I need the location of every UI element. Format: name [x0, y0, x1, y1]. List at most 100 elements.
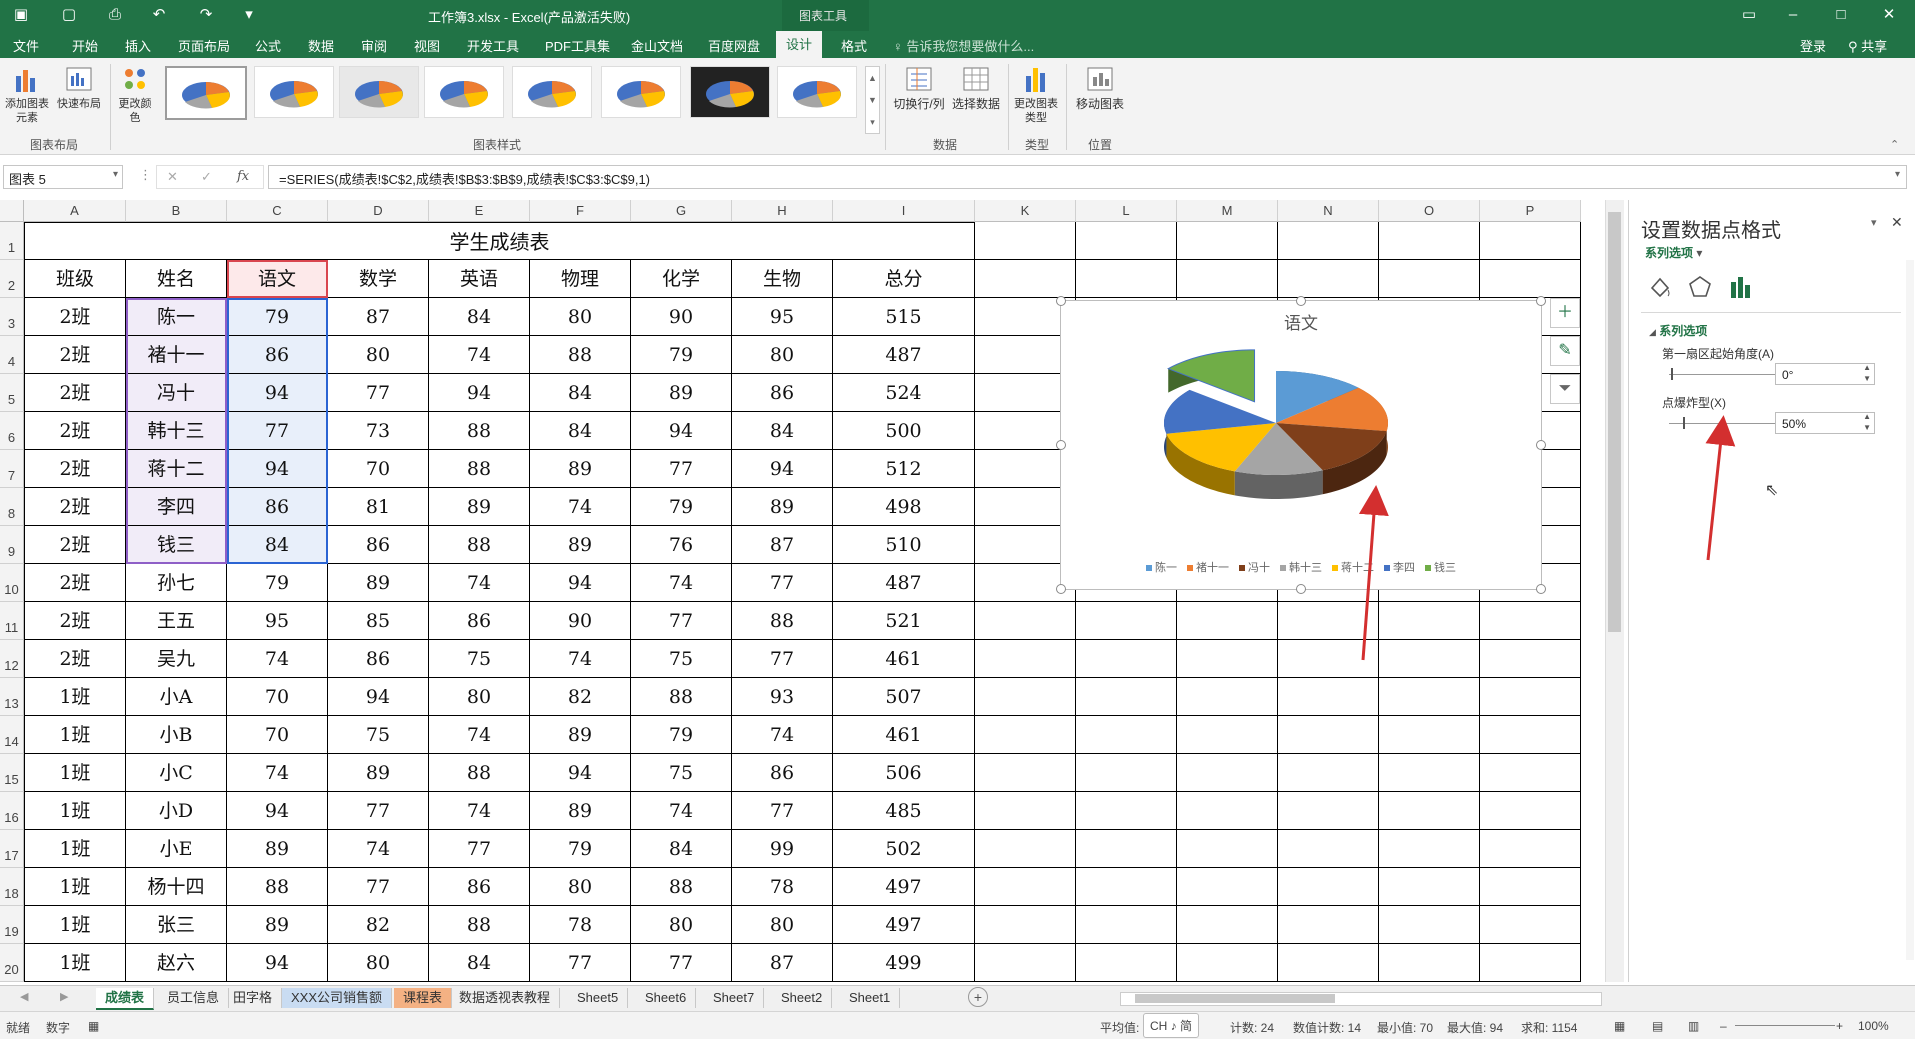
table-cell[interactable]: 80	[631, 906, 732, 944]
empty-cell[interactable]	[1480, 906, 1581, 944]
empty-cell[interactable]	[1480, 830, 1581, 868]
empty-cell[interactable]	[1480, 602, 1581, 640]
table-header-cell[interactable]: 数学	[328, 260, 429, 298]
pie-plot-area[interactable]	[1061, 301, 1541, 589]
table-cell[interactable]: 487	[833, 564, 975, 602]
table-cell[interactable]: 77	[631, 602, 732, 640]
empty-cell[interactable]	[1076, 830, 1177, 868]
row-header[interactable]: 6	[0, 412, 24, 450]
resize-handle[interactable]	[1296, 296, 1306, 306]
table-cell[interactable]: 94	[328, 678, 429, 716]
table-cell[interactable]: 84	[631, 830, 732, 868]
table-cell[interactable]: 89	[227, 830, 328, 868]
empty-cell[interactable]	[1177, 602, 1278, 640]
empty-cell[interactable]	[1177, 868, 1278, 906]
empty-cell[interactable]	[975, 754, 1076, 792]
table-cell[interactable]: 86	[429, 602, 530, 640]
table-cell[interactable]: 75	[631, 640, 732, 678]
table-cell[interactable]: 77	[328, 868, 429, 906]
share-button[interactable]: ⚲ 共享	[1848, 36, 1887, 55]
row-header[interactable]: 14	[0, 716, 24, 754]
empty-cell[interactable]	[1177, 222, 1278, 260]
table-cell[interactable]: 小B	[126, 716, 227, 754]
empty-cell[interactable]	[1379, 906, 1480, 944]
row-header[interactable]: 7	[0, 450, 24, 488]
menu-home[interactable]: 开始	[72, 36, 98, 55]
table-cell[interactable]: 赵六	[126, 944, 227, 982]
row-header[interactable]: 17	[0, 830, 24, 868]
table-cell[interactable]: 杨十四	[126, 868, 227, 906]
maximize-icon[interactable]: □	[1830, 4, 1852, 26]
column-header-d[interactable]: D	[328, 200, 429, 222]
legend-item[interactable]: 蒋十二	[1332, 562, 1374, 574]
table-cell[interactable]: 81	[328, 488, 429, 526]
empty-cell[interactable]	[975, 602, 1076, 640]
spin-arrows-icon[interactable]: ▲ ▼	[1863, 411, 1871, 433]
save-icon[interactable]: ▣	[10, 4, 32, 26]
start-angle-slider-thumb[interactable]	[1671, 368, 1673, 380]
menu-developer[interactable]: 开发工具	[467, 36, 519, 55]
expand-formula-icon[interactable]: ▾	[1895, 169, 1900, 180]
empty-cell[interactable]	[1480, 754, 1581, 792]
undo-icon[interactable]: ↶	[148, 4, 170, 26]
empty-cell[interactable]	[1278, 868, 1379, 906]
column-header-l[interactable]: L	[1076, 200, 1177, 222]
table-cell[interactable]: 86	[429, 868, 530, 906]
empty-cell[interactable]	[1076, 868, 1177, 906]
point-explosion-input[interactable]: 50% ▲ ▼	[1775, 412, 1875, 434]
table-cell[interactable]: 88	[429, 906, 530, 944]
table-cell[interactable]: 2班	[24, 298, 126, 336]
table-cell[interactable]: 88	[429, 526, 530, 564]
table-cell[interactable]: 499	[833, 944, 975, 982]
zoom-out-icon[interactable]: –	[1720, 1019, 1727, 1033]
empty-cell[interactable]	[1278, 222, 1379, 260]
table-cell[interactable]: 80	[429, 678, 530, 716]
chart-style-thumbnail[interactable]	[601, 66, 681, 118]
column-header-h[interactable]: H	[732, 200, 833, 222]
empty-cell[interactable]	[1177, 754, 1278, 792]
table-cell[interactable]: 75	[631, 754, 732, 792]
table-cell[interactable]: 1班	[24, 830, 126, 868]
empty-cell[interactable]	[1379, 868, 1480, 906]
table-cell[interactable]: 2班	[24, 564, 126, 602]
sheet-tab[interactable]: Sheet2	[772, 988, 833, 1008]
chart-filter-icon[interactable]: ⏷	[1550, 374, 1580, 404]
table-cell[interactable]: 497	[833, 868, 975, 906]
table-cell[interactable]: 77	[631, 944, 732, 982]
collapse-ribbon-icon[interactable]: ⌃	[1890, 138, 1899, 151]
pane-scrollbar[interactable]	[1906, 260, 1914, 960]
table-cell[interactable]: 77	[530, 944, 631, 982]
table-cell[interactable]: 88	[227, 868, 328, 906]
column-header-k[interactable]: K	[975, 200, 1076, 222]
table-cell[interactable]: 90	[631, 298, 732, 336]
chart-legend[interactable]: 陈一 褚十一 冯十 韩十三 蒋十二 李四 钱三	[1061, 559, 1541, 575]
table-cell[interactable]: 510	[833, 526, 975, 564]
column-header-e[interactable]: E	[429, 200, 530, 222]
table-cell[interactable]: 74	[429, 564, 530, 602]
gallery-scroll[interactable]: ▲ ▼ ▾	[865, 66, 880, 134]
switch-row-column-button[interactable]: 切换行/列	[890, 64, 948, 111]
empty-cell[interactable]	[1076, 260, 1177, 298]
sheet-tab[interactable]: 员工信息	[158, 988, 230, 1008]
table-header-cell[interactable]: 化学	[631, 260, 732, 298]
chevron-down-icon[interactable]: ▾	[113, 169, 118, 180]
table-cell[interactable]: 74	[227, 754, 328, 792]
empty-cell[interactable]	[1278, 754, 1379, 792]
table-cell[interactable]: 79	[227, 564, 328, 602]
table-cell[interactable]: 1班	[24, 678, 126, 716]
row-header[interactable]: 13	[0, 678, 24, 716]
row-header[interactable]: 2	[0, 260, 24, 298]
empty-cell[interactable]	[1480, 792, 1581, 830]
table-cell[interactable]: 88	[732, 602, 833, 640]
table-cell[interactable]: 86	[328, 640, 429, 678]
empty-cell[interactable]	[1480, 868, 1581, 906]
change-chart-type-button[interactable]: 更改图表类型	[1010, 64, 1062, 125]
sheet-tab[interactable]: Sheet5	[568, 988, 629, 1008]
pie-chart[interactable]: 语文 陈一 褚十一 冯十 韩十三 蒋十二 李四 钱三	[1056, 296, 1546, 594]
menu-file[interactable]: 文件	[13, 36, 39, 55]
fill-line-icon[interactable]	[1647, 274, 1673, 300]
table-cell[interactable]: 84	[429, 944, 530, 982]
table-header-cell[interactable]: 物理	[530, 260, 631, 298]
table-cell[interactable]: 2班	[24, 374, 126, 412]
empty-cell[interactable]	[1076, 906, 1177, 944]
